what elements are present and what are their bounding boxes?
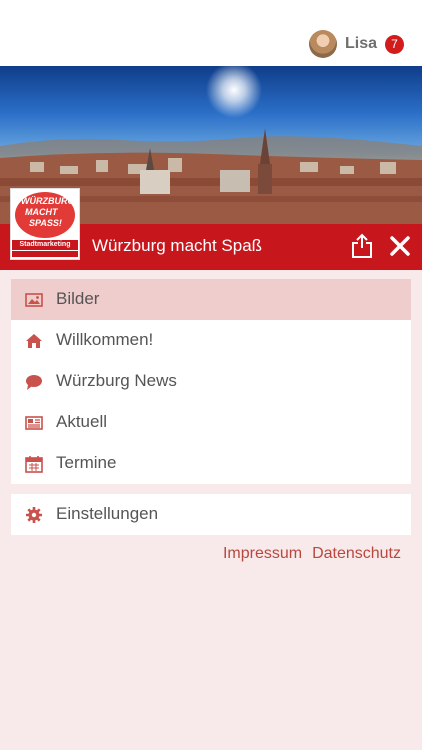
menu-item-termine[interactable]: Termine <box>11 443 411 484</box>
speech-bubble-icon <box>26 375 42 390</box>
gear-icon <box>26 507 42 523</box>
top-bar: Lisa 7 <box>0 0 422 66</box>
settings-menu: Einstellungen <box>11 494 411 535</box>
avatar[interactable] <box>308 30 337 58</box>
share-icon[interactable] <box>351 233 373 259</box>
menu-item-label: Bilder <box>56 289 100 308</box>
menu-item-aktuell[interactable]: Aktuell <box>11 402 411 443</box>
user-name[interactable]: Lisa <box>345 35 377 53</box>
menu-item-label: Aktuell <box>56 412 108 431</box>
main-menu: Bilder Willkommen! Würzburg News Aktuell… <box>11 279 411 484</box>
banner-title: Würzburg macht Spaß <box>92 236 263 255</box>
logo: WÜRZBURG MACHT SPASS! Stadtmarketing <box>10 188 80 260</box>
newspaper-icon <box>25 416 43 430</box>
close-icon[interactable] <box>388 234 412 258</box>
menu-item-label: Einstellungen <box>56 504 159 523</box>
user-profile[interactable]: Lisa 7 <box>308 29 404 59</box>
menu-item-label: Willkommen! <box>56 330 154 349</box>
menu-item-label: Würzburg News <box>56 371 177 390</box>
menu-item-einstellungen[interactable]: Einstellungen <box>11 494 411 535</box>
menu-item-bilder[interactable]: Bilder <box>11 279 411 320</box>
notification-badge[interactable]: 7 <box>385 34 404 54</box>
calendar-icon <box>25 456 43 473</box>
impressum-link[interactable]: Impressum <box>223 545 302 563</box>
menu-item-label: Termine <box>56 453 117 472</box>
footer-links: Impressum Datenschutz <box>223 545 401 563</box>
home-icon <box>26 334 42 348</box>
image-icon <box>25 293 43 307</box>
datenschutz-link[interactable]: Datenschutz <box>312 545 401 563</box>
menu-item-news[interactable]: Würzburg News <box>11 361 411 402</box>
menu-item-willkommen[interactable]: Willkommen! <box>11 320 411 361</box>
